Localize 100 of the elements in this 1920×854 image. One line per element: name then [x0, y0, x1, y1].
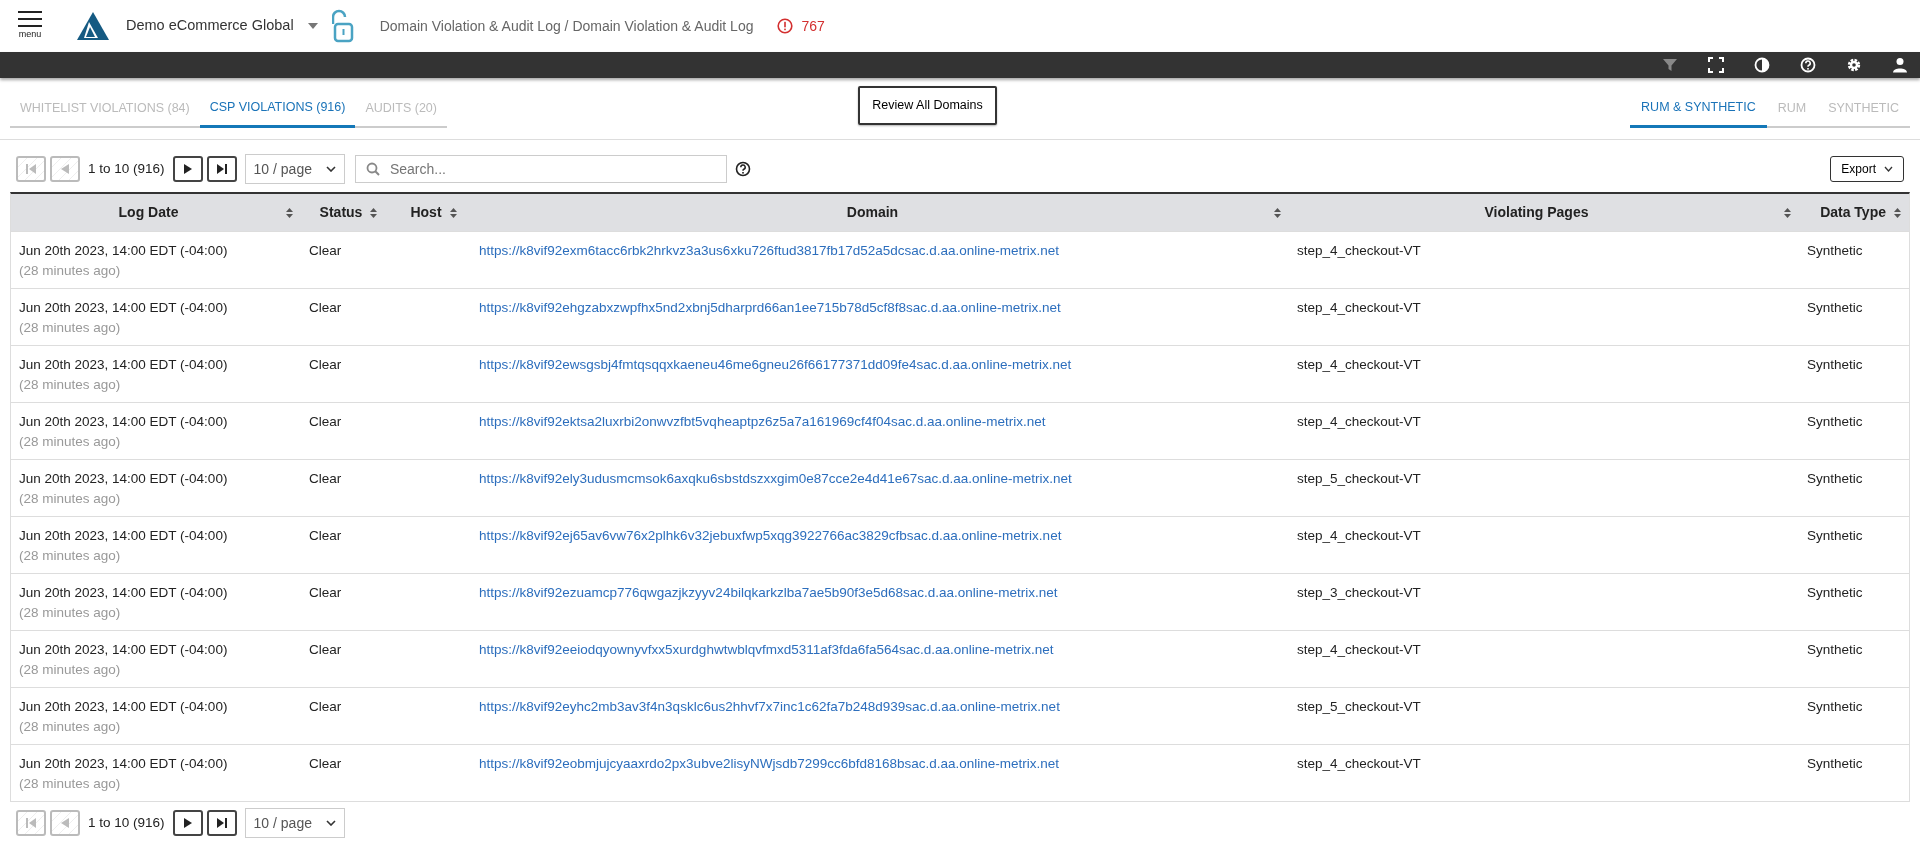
relative-time: (28 minutes ago) — [19, 376, 122, 395]
domain-link[interactable]: https://k8vif92eobmjujcyaaxrdo2px3ubve2lisyNWjsdb7299cc6bfd8168bsac.d.aa.online-metrix.net — [479, 756, 1060, 771]
page-button[interactable] — [172, 156, 203, 182]
log-date: Jun 20th 2023, 14:00 EDT (-04:00) — [19, 356, 229, 374]
data-type: Synthetic — [1807, 756, 1863, 771]
domain-link[interactable]: https://k8vif92ely3udusmcmsok6axqku6sbstdszxxgim0e87cce2e4d41e67sac.d.aa.online-metrix.net — [479, 471, 1072, 486]
status-text: Clear — [309, 528, 342, 543]
column-header[interactable]: Host — [410, 202, 442, 223]
filter-icon[interactable] — [1662, 57, 1678, 73]
previous-page-icon — [59, 817, 71, 829]
unlocked-padlock-icon[interactable] — [331, 9, 354, 43]
sort-icon[interactable] — [1784, 207, 1791, 218]
chevron-down-icon — [325, 820, 336, 826]
sort-icon[interactable] — [1894, 207, 1901, 218]
relative-time: (28 minutes ago) — [19, 604, 122, 623]
log-date: Jun 20th 2023, 14:00 EDT (-04:00) — [19, 584, 229, 602]
log-date: Jun 20th 2023, 14:00 EDT (-04:00) — [19, 413, 229, 431]
domain-link[interactable]: https://k8vif92ewsgsbj4fmtqsqqxkaeneu46me6gneu26f66177371dd09fe4sac.d.aa.online-metrix.net — [479, 357, 1072, 372]
next-page-icon — [181, 163, 194, 175]
review-all-domains-button[interactable]: Review All Domains — [858, 86, 997, 125]
log-date: Jun 20th 2023, 14:00 EDT (-04:00) — [19, 299, 229, 317]
domain-link[interactable]: https://k8vif92eeiodqyownyvfxx5xurdghwtwblqvfmxd5311af3fda6fa564sac.d.aa.online-metrix.net — [479, 642, 1054, 657]
page-range: 1 to 10 (916) — [88, 159, 165, 178]
domain-link[interactable]: https://k8vif92exm6tacc6rbk2hrkvz3a3us6xku726ftud3817fb17d52a5dcsac.d.aa.online-metrix.net — [479, 243, 1060, 258]
violating-page: step_4_checkout-VT — [1297, 357, 1421, 372]
domain-link[interactable]: https://k8vif92ehgzabxzwpfhx5nd2xbnj5dharprd66an1ee715b78d5cf8f8sac.d.aa.online-metrix.net — [479, 300, 1061, 315]
log-date: Jun 20th 2023, 14:00 EDT (-04:00) — [19, 641, 229, 659]
data-type: Synthetic — [1807, 357, 1863, 372]
page-size-select[interactable]: 10 / page — [244, 808, 345, 838]
search-icon — [365, 162, 380, 176]
domain-link[interactable]: https://k8vif92ej65av6vw76x2plhk6v32jebuxfwp5xqg3922766ac3829cfbsac.d.aa.online-metrix.net — [479, 528, 1062, 543]
help-icon[interactable] — [734, 161, 751, 177]
last-page-icon — [215, 817, 228, 829]
status-text: Clear — [309, 300, 342, 315]
data-type: Synthetic — [1807, 642, 1863, 657]
previous-page-icon — [59, 163, 71, 175]
next-page-icon — [181, 817, 194, 829]
org-name[interactable]: Demo eCommerce Global — [126, 15, 294, 37]
relative-time: (28 minutes ago) — [19, 718, 122, 737]
log-date: Jun 20th 2023, 14:00 EDT (-04:00) — [19, 755, 229, 773]
column-header[interactable]: Violating Pages — [1297, 202, 1776, 223]
export-button[interactable]: Export — [1830, 156, 1904, 182]
page-range: 1 to 10 (916) — [88, 813, 165, 832]
status-text: Clear — [309, 414, 342, 429]
relative-time: (28 minutes ago) — [19, 661, 122, 680]
tab[interactable]: RUM & SYNTHETIC — [1630, 88, 1767, 128]
relative-time: (28 minutes ago) — [19, 547, 122, 566]
log-date: Jun 20th 2023, 14:00 EDT (-04:00) — [19, 470, 229, 488]
status-text: Clear — [309, 699, 342, 714]
violating-page: step_4_checkout-VT — [1297, 300, 1421, 315]
tab[interactable]: CSP VIOLATIONS (916) — [199, 88, 356, 128]
column-header[interactable]: Status — [319, 202, 363, 223]
alert-count[interactable]: 767 — [801, 15, 825, 37]
domain-link[interactable]: https://k8vif92ektsa2luxrbi2onwvzfbt5vqheaptpz6z5a7a161969cf4f04sac.d.aa.online-metrix.net — [479, 414, 1046, 429]
caret-icon[interactable] — [307, 23, 318, 29]
user-icon[interactable] — [1892, 57, 1908, 73]
status-text: Clear — [309, 243, 342, 258]
data-type: Synthetic — [1807, 585, 1863, 600]
first-page-icon — [25, 163, 37, 175]
column-header[interactable]: Log Date — [19, 202, 278, 223]
data-type: Synthetic — [1807, 528, 1863, 543]
page-button[interactable] — [206, 810, 237, 836]
log-date: Jun 20th 2023, 14:00 EDT (-04:00) — [19, 242, 229, 260]
relative-time: (28 minutes ago) — [19, 262, 122, 281]
alert-icon[interactable] — [777, 18, 794, 34]
relative-time: (28 minutes ago) — [19, 775, 122, 794]
status-text: Clear — [309, 357, 342, 372]
log-date: Jun 20th 2023, 14:00 EDT (-04:00) — [19, 527, 229, 545]
violating-page: step_4_checkout-VT — [1297, 414, 1421, 429]
status-text: Clear — [309, 642, 342, 657]
page-button[interactable] — [206, 156, 237, 182]
settings-icon[interactable] — [1846, 57, 1862, 73]
search-field[interactable]: Search... — [354, 155, 727, 183]
chevron-down-icon — [1884, 166, 1893, 172]
menu-button[interactable]: menu — [14, 10, 46, 42]
sort-icon[interactable] — [1274, 207, 1281, 218]
data-type: Synthetic — [1807, 699, 1863, 714]
relative-time: (28 minutes ago) — [19, 433, 122, 452]
violating-page: step_4_checkout-VT — [1297, 528, 1421, 543]
violating-page: step_4_checkout-VT — [1297, 243, 1421, 258]
log-date: Jun 20th 2023, 14:00 EDT (-04:00) — [19, 698, 229, 716]
column-header[interactable]: Data Type — [1807, 202, 1886, 223]
menu-icon — [18, 10, 42, 29]
domain-link[interactable]: https://k8vif92eyhc2mb3av3f4n3qsklc6us2hhvf7x7inc1c62fa7b248d939sac.d.aa.online-metrix.net — [479, 699, 1060, 714]
contrast-icon[interactable] — [1754, 57, 1770, 73]
violating-page: step_4_checkout-VT — [1297, 642, 1421, 657]
data-type: Synthetic — [1807, 300, 1863, 315]
sort-icon[interactable] — [449, 207, 457, 218]
sort-icon[interactable] — [370, 207, 378, 218]
column-header[interactable]: Domain — [479, 202, 1266, 223]
data-type: Synthetic — [1807, 243, 1863, 258]
chevron-down-icon — [325, 166, 336, 172]
violating-page: step_3_checkout-VT — [1297, 585, 1421, 600]
domain-link[interactable]: https://k8vif92ezuamcp776qwgazjkzyyv24bilqkarkzlba7ae5b90f3e5d68sac.d.aa.online-metrix.net — [479, 585, 1058, 600]
status-text: Clear — [309, 471, 342, 486]
breadcrumb: Domain Violation & Audit Log / Domain Violation & Audit Log — [379, 16, 754, 36]
fullscreen-icon[interactable] — [1708, 57, 1724, 73]
page-button[interactable] — [172, 810, 203, 836]
sort-icon[interactable] — [286, 207, 293, 218]
page-size-select[interactable]: 10 / page — [244, 154, 345, 184]
